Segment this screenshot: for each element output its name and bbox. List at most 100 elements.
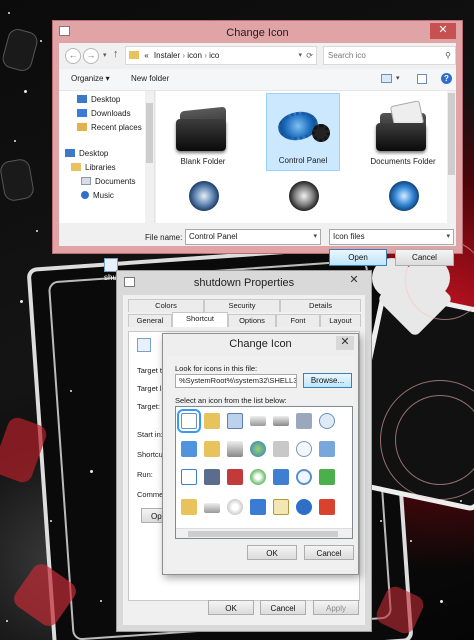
browse-button[interactable]: Browse... bbox=[303, 373, 352, 388]
icon-list-scrollbar-thumb[interactable] bbox=[188, 531, 338, 537]
icon-list-scrollbar[interactable] bbox=[176, 528, 352, 538]
file-list: Blank Folder Control Panel Documents Fol… bbox=[156, 91, 456, 223]
partial-file-icon[interactable] bbox=[389, 181, 419, 211]
windows-icon[interactable] bbox=[181, 441, 197, 457]
file-type-select[interactable]: Icon files ▾ bbox=[329, 229, 454, 245]
wallpaper-star bbox=[20, 300, 23, 303]
icon-list[interactable] bbox=[175, 406, 353, 539]
back-button[interactable]: ← bbox=[65, 48, 81, 64]
nav-item-libraries[interactable]: Libraries bbox=[71, 161, 116, 175]
recent-locations-dropdown[interactable]: ▾ bbox=[103, 51, 107, 59]
desktop-icon bbox=[77, 95, 87, 103]
breadcrumb-item[interactable]: Instaler bbox=[154, 51, 180, 60]
address-dropdown-icon[interactable]: ▾ bbox=[298, 47, 302, 64]
floppy-drive-icon[interactable] bbox=[204, 469, 220, 485]
nav-item-downloads[interactable]: Downloads bbox=[77, 107, 131, 121]
blank-document-icon[interactable] bbox=[177, 409, 201, 433]
chevron-down-icon[interactable]: ▾ bbox=[446, 230, 450, 244]
tab-colors[interactable]: Colors bbox=[128, 299, 204, 312]
search-input[interactable]: Search ico bbox=[324, 51, 366, 60]
partial-file-icon[interactable] bbox=[289, 181, 319, 211]
power-icon[interactable] bbox=[319, 499, 335, 515]
blank-window-icon[interactable] bbox=[181, 469, 197, 485]
preview-pane-icon[interactable] bbox=[417, 74, 427, 84]
tab-general[interactable]: General bbox=[128, 314, 172, 327]
nav-item-recent-places[interactable]: Recent places bbox=[77, 121, 142, 135]
magnifier-icon[interactable] bbox=[296, 469, 312, 485]
organize-button[interactable]: Organize ▾ bbox=[71, 74, 110, 83]
change-view-icon[interactable] bbox=[381, 74, 392, 83]
network-icon[interactable] bbox=[273, 469, 289, 485]
up-button[interactable]: ↑ bbox=[113, 48, 119, 60]
command-bar: Organize ▾ New folder ▾ ? bbox=[59, 69, 456, 91]
clock-document-icon[interactable] bbox=[319, 413, 335, 429]
cancel-button[interactable]: Cancel bbox=[395, 249, 454, 266]
folder-icon[interactable] bbox=[204, 441, 220, 457]
help-icon[interactable] bbox=[296, 499, 312, 515]
floppy-icon[interactable] bbox=[296, 413, 312, 429]
cd-drive-icon[interactable] bbox=[227, 499, 243, 515]
close-button[interactable]: ✕ bbox=[341, 273, 367, 289]
cancel-button[interactable]: Cancel bbox=[260, 600, 306, 615]
nav-item-desktop-root[interactable]: Desktop bbox=[65, 147, 108, 161]
breadcrumb-item[interactable]: icon bbox=[187, 51, 202, 60]
disc-icon[interactable] bbox=[250, 469, 266, 485]
help-icon[interactable]: ? bbox=[441, 73, 452, 84]
partial-file-icon[interactable] bbox=[189, 181, 219, 211]
arrow-icon[interactable] bbox=[319, 469, 335, 485]
nav-item-desktop[interactable]: Desktop bbox=[77, 93, 120, 107]
tab-shortcut[interactable]: Shortcut bbox=[172, 312, 228, 327]
nav-item-documents[interactable]: Documents bbox=[81, 175, 135, 189]
new-folder-button[interactable]: New folder bbox=[131, 74, 169, 83]
forward-button[interactable]: → bbox=[83, 48, 99, 64]
folder-icon[interactable] bbox=[204, 413, 220, 429]
search-box[interactable]: Search ico ⚲ bbox=[323, 46, 456, 65]
file-item-documents-folder[interactable]: Documents Folder bbox=[366, 99, 440, 177]
nav-item-label: Desktop bbox=[91, 95, 121, 104]
file-scrollbar[interactable] bbox=[447, 91, 456, 223]
window-icon[interactable] bbox=[319, 441, 335, 457]
tab-options[interactable]: Options bbox=[228, 314, 276, 327]
file-type-value: Icon files bbox=[333, 232, 365, 241]
tab-security[interactable]: Security bbox=[204, 299, 280, 312]
globe-icon[interactable] bbox=[250, 441, 266, 457]
folder-icon[interactable] bbox=[181, 499, 197, 515]
drive-icon[interactable] bbox=[204, 503, 220, 513]
tab-font[interactable]: Font bbox=[276, 314, 320, 327]
close-button[interactable]: ✕ bbox=[336, 336, 354, 350]
open-button[interactable]: Open bbox=[329, 249, 387, 266]
printer-icon[interactable] bbox=[273, 441, 289, 457]
nav-scrollbar-thumb[interactable] bbox=[146, 103, 153, 163]
cancel-button[interactable]: Cancel bbox=[304, 545, 354, 560]
file-scrollbar-thumb[interactable] bbox=[448, 93, 455, 175]
view-options-dropdown[interactable]: ▾ bbox=[396, 74, 400, 82]
nav-item-music[interactable]: Music bbox=[81, 189, 114, 203]
grid-document-icon[interactable] bbox=[273, 499, 289, 515]
monitor-icon[interactable] bbox=[250, 499, 266, 515]
drive-icon[interactable] bbox=[250, 416, 266, 426]
network-disconnected-icon[interactable] bbox=[227, 469, 243, 485]
documents-icon bbox=[81, 177, 91, 185]
wallpaper-star bbox=[14, 140, 16, 142]
tab-details[interactable]: Details bbox=[280, 299, 361, 312]
ok-button[interactable]: OK bbox=[247, 545, 297, 560]
file-name-field[interactable]: Control Panel ▾ bbox=[185, 229, 321, 245]
clock-icon[interactable] bbox=[296, 441, 312, 457]
network-drive-icon[interactable] bbox=[227, 441, 243, 457]
apply-button[interactable]: Apply bbox=[313, 600, 359, 615]
close-button[interactable]: ✕ bbox=[430, 23, 456, 39]
file-item-control-panel[interactable]: Control Panel bbox=[266, 93, 340, 171]
file-item-blank-folder[interactable]: Blank Folder bbox=[166, 99, 240, 171]
breadcrumb-item[interactable]: ico bbox=[209, 51, 219, 60]
ok-button[interactable]: OK bbox=[208, 600, 254, 615]
refresh-icon[interactable]: ⟳ bbox=[306, 47, 313, 64]
breadcrumb-overflow[interactable]: « bbox=[144, 51, 148, 60]
drive-icon[interactable] bbox=[273, 416, 289, 426]
application-icon[interactable] bbox=[227, 413, 243, 429]
icon-file-path-input[interactable]: %SystemRoot%\system32\SHELL32 bbox=[175, 374, 297, 388]
chevron-down-icon[interactable]: ▾ bbox=[313, 230, 317, 244]
nav-item-label: Libraries bbox=[85, 163, 116, 172]
tab-layout[interactable]: Layout bbox=[320, 314, 361, 327]
nav-scrollbar[interactable] bbox=[145, 91, 154, 223]
address-bar[interactable]: « Instaler › icon › ico ▾ ⟳ bbox=[125, 46, 317, 65]
